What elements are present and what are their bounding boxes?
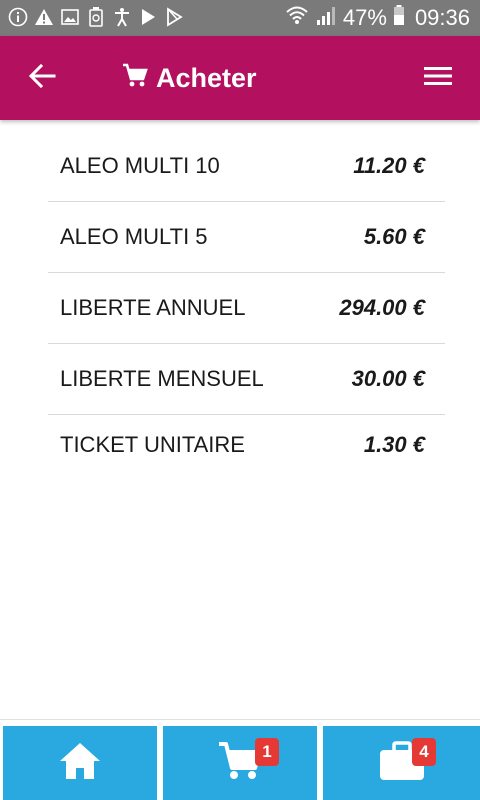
status-bar: 47% 09:36 — [0, 0, 480, 36]
play-store-icon — [138, 6, 158, 28]
menu-icon — [423, 64, 453, 93]
battery-level: 47% — [342, 5, 387, 30]
bottom-divider — [0, 719, 480, 720]
bottom-nav: 1 4 — [0, 726, 480, 800]
product-name: LIBERTE ANNUEL — [60, 295, 246, 320]
home-button[interactable] — [3, 726, 157, 800]
product-price: 11.20 € — [353, 153, 425, 178]
page-title-group: Acheter — [122, 36, 257, 120]
product-name: ALEO MULTI 5 — [60, 224, 208, 249]
signal-icon — [315, 4, 337, 32]
product-list: ALEO MULTI 10 11.20 € ALEO MULTI 5 5.60 … — [48, 131, 445, 475]
back-button[interactable] — [22, 58, 62, 98]
product-price: 5.60 € — [363, 224, 425, 249]
cart-button[interactable]: 1 — [163, 726, 317, 800]
product-item[interactable]: LIBERTE MENSUEL 30.00 € — [48, 344, 445, 415]
cart-icon — [122, 63, 148, 94]
image-icon — [60, 6, 80, 28]
notification-icons — [8, 6, 184, 28]
product-item[interactable]: TICKET UNITAIRE 1.30 € — [48, 415, 445, 475]
product-name: TICKET UNITAIRE — [60, 432, 245, 457]
accessibility-icon — [112, 6, 132, 28]
warning-icon — [34, 6, 54, 28]
product-name: LIBERTE MENSUEL — [60, 366, 264, 391]
battery-icon — [393, 4, 405, 32]
recycle-icon — [86, 6, 106, 28]
clock: 09:36 — [414, 5, 470, 30]
system-status: 47% 09:36 — [285, 0, 470, 36]
product-price: 30.00 € — [351, 366, 425, 391]
product-price: 294.00 € — [339, 295, 425, 320]
tickets-button[interactable]: 4 — [323, 726, 480, 800]
product-item[interactable]: ALEO MULTI 10 11.20 € — [48, 131, 445, 202]
back-arrow-icon — [28, 62, 56, 95]
product-name: ALEO MULTI 10 — [60, 153, 220, 178]
play-outline-icon — [164, 6, 184, 28]
info-icon — [8, 6, 28, 28]
wifi-icon — [285, 4, 309, 32]
cart-count-badge: 1 — [255, 738, 279, 766]
home-icon — [58, 741, 102, 786]
product-item[interactable]: ALEO MULTI 5 5.60 € — [48, 202, 445, 273]
tickets-count-badge: 4 — [412, 738, 436, 766]
page-title: Acheter — [156, 62, 257, 93]
app-bar: Acheter — [0, 36, 480, 120]
product-item[interactable]: LIBERTE ANNUEL 294.00 € — [48, 273, 445, 344]
product-price: 1.30 € — [363, 432, 425, 457]
menu-button[interactable] — [420, 60, 456, 96]
